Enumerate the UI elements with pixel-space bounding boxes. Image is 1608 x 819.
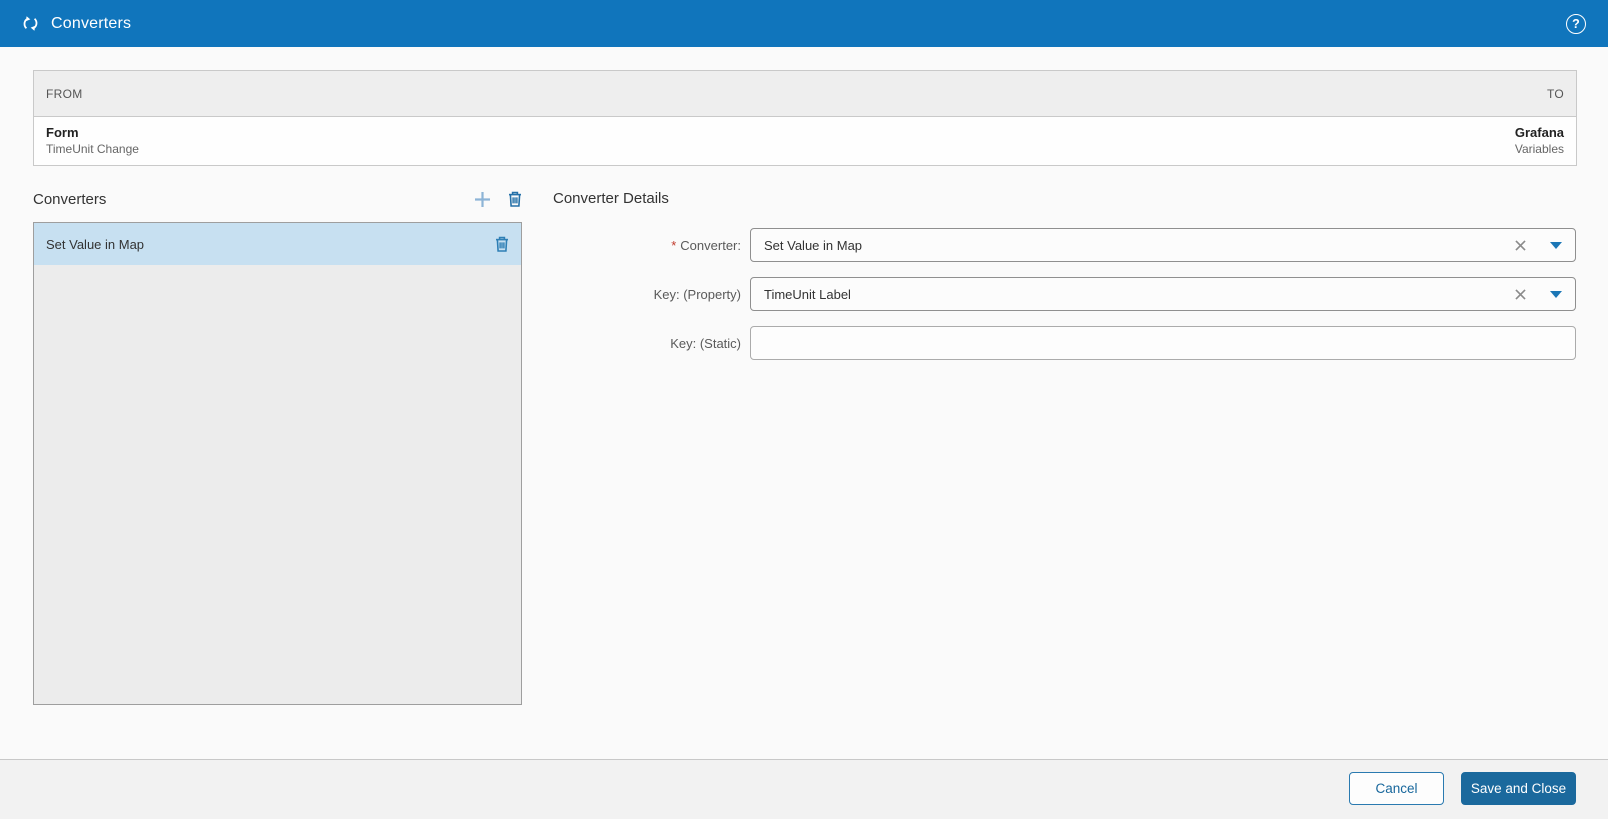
to-target-detail: Variables (1514, 142, 1564, 156)
clear-icon[interactable] (1514, 288, 1527, 301)
converter-dropdown[interactable]: Set Value in Map (750, 228, 1576, 262)
save-and-close-button[interactable]: Save and Close (1461, 772, 1576, 805)
convert-cycle-icon (22, 15, 39, 32)
converters-panel-header: Converters (33, 184, 522, 214)
plus-icon (475, 191, 490, 207)
converter-details-title: Converter Details (553, 190, 669, 207)
key-static-input[interactable] (750, 326, 1576, 360)
key-property-field-row: Key: (Property) TimeUnit Label (0, 277, 1576, 311)
mapping-table: FROM TO Form TimeUnit Change Grafana Var… (33, 70, 1577, 166)
key-property-field-label: Key: (Property) (653, 286, 741, 302)
delete-converters-button[interactable] (508, 191, 522, 207)
title-bar: Converters ? (0, 0, 1608, 47)
converter-dropdown-value: Set Value in Map (764, 237, 863, 253)
footer-bar: Cancel Save and Close (0, 759, 1608, 819)
converters-panel-title: Converters (33, 190, 107, 208)
converters-panel-actions (473, 190, 522, 209)
from-source-detail: TimeUnit Change (46, 142, 139, 156)
clear-icon[interactable] (1514, 239, 1527, 252)
to-target-name: Grafana (1514, 125, 1564, 140)
converter-field-label: * Converter: (671, 237, 741, 253)
key-static-field-label: Key: (Static) (670, 335, 741, 351)
key-static-field-row: Key: (Static) (0, 326, 1576, 360)
chevron-down-icon[interactable] (1550, 290, 1562, 298)
key-property-dropdown-value: TimeUnit Label (764, 286, 851, 302)
add-converter-button[interactable] (473, 190, 492, 209)
from-source-name: Form (46, 125, 79, 140)
cancel-button[interactable]: Cancel (1349, 772, 1444, 805)
help-icon[interactable]: ? (1566, 13, 1586, 34)
key-property-dropdown[interactable]: TimeUnit Label (750, 277, 1576, 311)
from-column-header: FROM (46, 86, 83, 101)
to-cell: Grafana Variables (1515, 124, 1564, 157)
converter-field-row: * Converter: Set Value in Map (0, 228, 1576, 262)
mapping-table-header: FROM TO (34, 71, 1576, 117)
page-title: Converters (51, 14, 132, 32)
mapping-table-row: Form TimeUnit Change Grafana Variables (34, 117, 1576, 165)
trash-icon (509, 191, 521, 207)
chevron-down-icon[interactable] (1550, 241, 1562, 249)
to-column-header: TO (1546, 86, 1564, 101)
from-cell: Form TimeUnit Change (46, 124, 139, 157)
required-marker: * (671, 237, 677, 253)
